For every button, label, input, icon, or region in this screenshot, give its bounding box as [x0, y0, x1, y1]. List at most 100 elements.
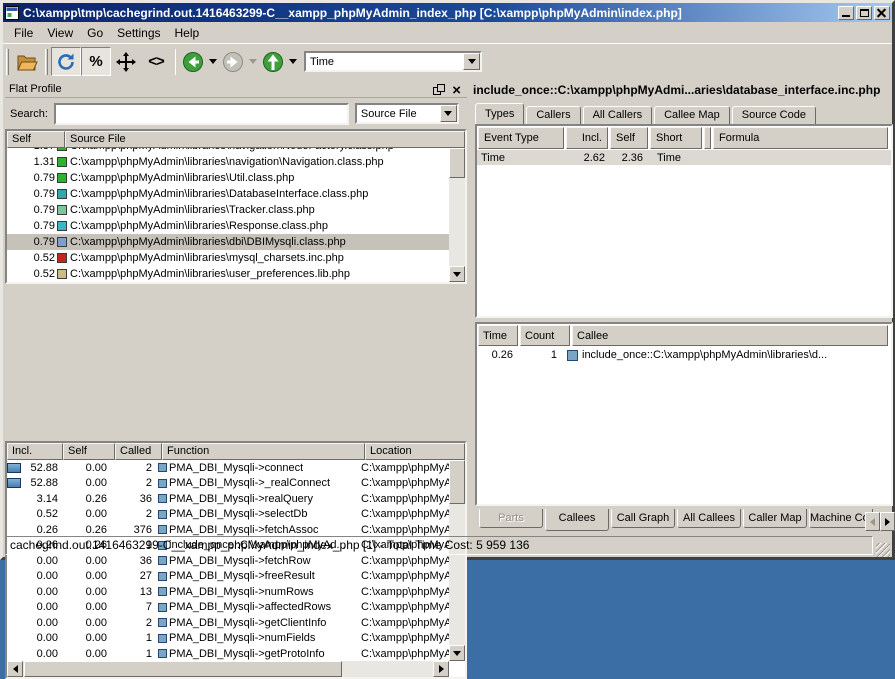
tabs-scroll-right-button[interactable] — [880, 512, 895, 531]
menu-item[interactable]: Help — [168, 24, 207, 42]
title-bar[interactable]: C:\xampp\tmp\cachegrind.out.1416463299-C… — [3, 3, 892, 22]
toolbar-handle[interactable] — [6, 49, 9, 75]
bottom-tab[interactable]: Caller Map — [743, 509, 807, 528]
toolbar-handle[interactable] — [45, 49, 48, 75]
scrollbar-thumb[interactable] — [449, 148, 465, 178]
column-header-callee[interactable]: Callee — [572, 325, 888, 346]
column-header-count[interactable]: Count — [520, 325, 570, 346]
source-file-row[interactable]: 0.52 C:\xampp\phpMyAdmin\libraries\user_… — [7, 266, 449, 282]
function-row[interactable]: 52.88 0.00 2 PMA_DBI_Mysqli->_realConnec… — [7, 476, 449, 492]
detail-tab[interactable]: Callers — [526, 106, 580, 124]
horizontal-scrollbar[interactable] — [7, 661, 449, 677]
called-value: 1 — [111, 632, 158, 644]
column-header-location[interactable]: Location — [365, 443, 465, 460]
function-row[interactable]: 3.14 0.26 36 PMA_DBI_Mysqli->realQuery C… — [7, 491, 449, 507]
column-header-incl[interactable]: Incl. — [7, 443, 63, 460]
close-dock-button[interactable] — [449, 83, 464, 96]
up-dropdown-icon[interactable] — [289, 59, 297, 64]
source-file-row[interactable]: 0.79 C:\xampp\phpMyAdmin\libraries\Util.… — [7, 170, 449, 186]
function-icon — [158, 494, 167, 503]
function-row[interactable]: 0.00 0.00 27 PMA_DBI_Mysqli->freeResult … — [7, 569, 449, 585]
menu-item[interactable]: Settings — [110, 24, 167, 42]
source-file-row[interactable]: 1.31 C:\xampp\phpMyAdmin\libraries\navig… — [7, 154, 449, 170]
column-header-time[interactable]: Time — [478, 325, 518, 346]
close-button[interactable] — [874, 6, 890, 20]
column-header-function[interactable]: Function — [162, 443, 365, 460]
detail-tab[interactable]: All Callers — [583, 106, 653, 124]
source-file-row[interactable]: 0.79 C:\xampp\phpMyAdmin\libraries\dbi\D… — [7, 234, 449, 250]
bottom-tab[interactable]: Parts — [479, 509, 543, 528]
function-row[interactable]: 0.00 0.00 1 PMA_DBI_Mysqli->getProtoInfo… — [7, 646, 449, 661]
float-dock-button[interactable] — [431, 83, 446, 96]
function-row[interactable]: 0.00 0.00 1 PMA_DBI_Mysqli->numFields C:… — [7, 631, 449, 647]
refresh-button[interactable] — [51, 47, 81, 76]
maximize-button[interactable] — [856, 6, 872, 20]
dock-title-bar[interactable]: Flat Profile — [5, 81, 467, 98]
detail-tab[interactable]: Types — [475, 103, 524, 124]
detail-tab[interactable]: Source Code — [732, 106, 816, 124]
column-header-self[interactable]: Self — [63, 443, 115, 460]
combo-arrow-button[interactable] — [440, 105, 457, 122]
bottom-tab[interactable]: Callees — [545, 509, 609, 531]
function-row[interactable]: 0.00 0.00 2 PMA_DBI_Mysqli->getClientInf… — [7, 615, 449, 631]
column-header-short[interactable]: Short — [650, 127, 702, 149]
bottom-tab[interactable]: Call Graph — [611, 509, 675, 528]
grouping-combobox[interactable]: Source File — [355, 103, 459, 124]
relative-percent-button[interactable]: % — [81, 47, 111, 76]
scroll-right-button[interactable] — [433, 661, 449, 677]
detail-tab[interactable]: Callee Map — [654, 106, 730, 124]
scroll-down-button[interactable] — [449, 266, 465, 282]
column-header-source-file[interactable]: Source File — [65, 131, 465, 148]
tabs-scroll-left-button[interactable] — [865, 512, 880, 531]
file-color-swatch — [57, 157, 67, 167]
search-input[interactable] — [54, 103, 349, 125]
cycle-detection-button[interactable]: <> — [141, 47, 171, 76]
column-header-spacer[interactable] — [704, 127, 711, 149]
scrollbar-thumb[interactable] — [449, 460, 465, 504]
source-file-row[interactable]: 0.79 C:\xampp\phpMyAdmin\libraries\Datab… — [7, 186, 449, 202]
bottom-tab[interactable]: All Callees — [677, 509, 741, 528]
source-file-row[interactable]: 0.79 C:\xampp\phpMyAdmin\libraries\Track… — [7, 202, 449, 218]
function-name: PMA_DBI_Mysqli->affectedRows — [169, 601, 331, 613]
file-color-swatch — [57, 189, 67, 199]
column-header-called[interactable]: Called — [115, 443, 162, 460]
open-file-button[interactable] — [12, 47, 42, 76]
incl-value: 0.00 — [24, 648, 63, 660]
back-dropdown-icon[interactable] — [209, 59, 217, 64]
menu-item[interactable]: View — [40, 24, 80, 42]
column-header-incl[interactable]: Incl. — [566, 127, 608, 149]
column-header-formula[interactable]: Formula — [713, 127, 888, 149]
column-header-event-type[interactable]: Event Type — [478, 127, 564, 149]
combo-arrow-button[interactable] — [463, 53, 480, 70]
scroll-left-button[interactable] — [7, 661, 23, 677]
function-row[interactable]: 52.88 0.00 2 PMA_DBI_Mysqli->connect C:\… — [7, 460, 449, 476]
minimize-button[interactable] — [838, 6, 854, 20]
event-type-row[interactable]: Time 2.62 2.36 Time — [477, 150, 891, 165]
bottom-tab[interactable]: Machine Code — [809, 509, 873, 528]
menu-item[interactable]: File — [7, 24, 40, 42]
up-button[interactable] — [260, 47, 286, 76]
vertical-scrollbar[interactable] — [449, 131, 465, 282]
expand-areas-button[interactable] — [111, 47, 141, 76]
event-type-combobox[interactable]: Time — [304, 51, 482, 72]
function-row[interactable]: 0.52 0.00 2 PMA_DBI_Mysqli->selectDb C:\… — [7, 507, 449, 523]
forward-button[interactable] — [220, 47, 246, 76]
function-name: PMA_DBI_Mysqli->numRows — [169, 586, 314, 598]
function-row[interactable]: 0.00 0.00 13 PMA_DBI_Mysqli->numRows C:\… — [7, 584, 449, 600]
callee-row[interactable]: 0.26 1 include_once::C:\xampp\phpMyAdmin… — [477, 347, 891, 363]
column-header-self[interactable]: Self — [610, 127, 648, 149]
function-name: PMA_DBI_Mysqli->freeResult — [169, 570, 315, 582]
resize-grip-icon[interactable] — [876, 543, 890, 557]
function-row[interactable]: 0.00 0.00 7 PMA_DBI_Mysqli->affectedRows… — [7, 600, 449, 616]
back-button[interactable] — [180, 47, 206, 76]
menu-item[interactable]: Go — [80, 24, 110, 42]
source-file-row[interactable]: 0.79 C:\xampp\phpMyAdmin\libraries\Respo… — [7, 218, 449, 234]
scrollbar-thumb[interactable] — [24, 661, 342, 677]
scroll-down-button[interactable] — [449, 645, 465, 661]
column-header-self[interactable]: Self — [7, 131, 65, 148]
app-window: C:\xampp\tmp\cachegrind.out.1416463299-C… — [0, 0, 895, 560]
source-file-row[interactable]: 0.52 C:\xampp\phpMyAdmin\libraries\mysql… — [7, 250, 449, 266]
called-value: 36 — [111, 493, 158, 505]
file-color-swatch — [57, 237, 67, 247]
move-cross-icon — [115, 51, 137, 73]
